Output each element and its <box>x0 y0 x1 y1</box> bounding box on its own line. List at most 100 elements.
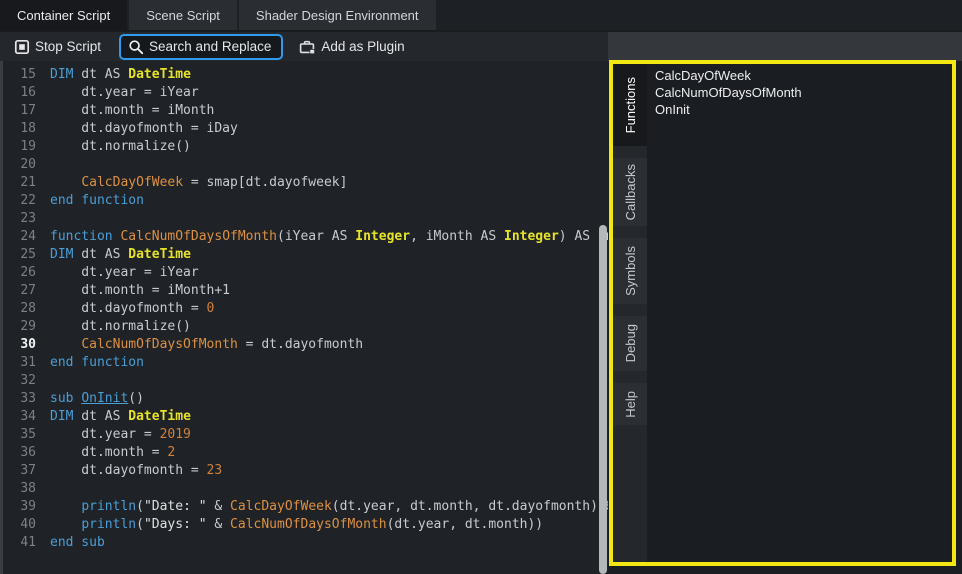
line-code: dt.month = 2 <box>50 444 175 462</box>
line-code: dt.month = iMonth+1 <box>50 282 230 300</box>
line-number: 32 <box>3 372 36 390</box>
code-line-22[interactable]: 22end function <box>3 192 608 210</box>
function-list-item[interactable]: CalcNumOfDaysOfMonth <box>655 84 952 101</box>
tab-container-script[interactable]: Container Script <box>0 0 127 30</box>
code-line-28[interactable]: 28 dt.dayofmonth = 0 <box>3 300 608 318</box>
line-code: DIM dt AS DateTime <box>50 66 191 84</box>
code-line-27[interactable]: 27 dt.month = iMonth+1 <box>3 282 608 300</box>
code-editor[interactable]: 15DIM dt AS DateTime16 dt.year = iYear17… <box>0 61 608 574</box>
tab-label: Container Script <box>17 8 110 23</box>
code-line-25[interactable]: 25DIM dt AS DateTime <box>3 246 608 264</box>
symbols-side-panel: Functions Callbacks Symbols Debug Help CalcD… <box>609 60 956 566</box>
line-code: dt.year = 2019 <box>50 426 191 444</box>
line-number: 33 <box>3 390 36 408</box>
line-number: 27 <box>3 282 36 300</box>
stop-script-button[interactable]: Stop Script <box>6 36 109 58</box>
line-code: dt.normalize() <box>50 318 191 336</box>
side-tab-debug[interactable]: Debug <box>613 316 647 371</box>
code-line-37[interactable]: 37 dt.dayofmonth = 23 <box>3 462 608 480</box>
code-line-33[interactable]: 33 sub OnInit() <box>3 390 608 408</box>
search-icon <box>128 39 144 55</box>
line-code: dt.dayofmonth = 0 <box>50 300 214 318</box>
function-list-item[interactable]: CalcDayOfWeek <box>655 67 952 84</box>
line-number: 18 <box>3 120 36 138</box>
code-line-38[interactable]: 38 <box>3 480 608 498</box>
tab-scene-script[interactable]: Scene Script <box>129 0 237 30</box>
side-tab-label: Symbols <box>623 246 638 296</box>
code-line-32[interactable]: 32 <box>3 372 608 390</box>
line-code: dt.year = iYear <box>50 264 199 282</box>
side-tab-label: Debug <box>623 324 638 362</box>
line-number: 20 <box>3 156 36 174</box>
document-tab-bar: Container Script Scene Script Shader Desig… <box>0 0 962 30</box>
line-number: 23 <box>3 210 36 228</box>
editor-vertical-scrollbar[interactable] <box>599 225 607 574</box>
line-number: 19 <box>3 138 36 156</box>
stop-script-label: Stop Script <box>35 39 101 54</box>
code-line-21[interactable]: 21 CalcDayOfWeek = smap[dt.dayofweek] <box>3 174 608 192</box>
line-code: println("Date: " & CalcDayOfWeek(dt.year… <box>50 498 608 516</box>
side-tab-label: Help <box>623 391 638 418</box>
line-number: 30 <box>3 336 36 354</box>
line-number: 15 <box>3 66 36 84</box>
side-tab-functions[interactable]: Functions <box>613 64 647 146</box>
side-tab-symbols[interactable]: Symbols <box>613 238 647 304</box>
tab-shader-design-environment[interactable]: Shader Design Environment <box>239 0 436 30</box>
line-number: 41 <box>3 534 36 552</box>
line-number: 24 <box>3 228 36 246</box>
line-code: CalcNumOfDaysOfMonth = dt.dayofmonth <box>50 336 363 354</box>
line-code: sub OnInit() <box>50 390 144 408</box>
script-toolbar: Stop Script Search and Replace Add as Pl… <box>0 30 608 61</box>
stop-icon <box>14 39 30 55</box>
code-line-34[interactable]: 34 DIM dt AS DateTime <box>3 408 608 426</box>
line-code: end function <box>50 354 144 372</box>
line-number: 40 <box>3 516 36 534</box>
line-number: 21 <box>3 174 36 192</box>
line-number: 38 <box>3 480 36 498</box>
code-line-41[interactable]: 41 end sub <box>3 534 608 552</box>
code-line-29[interactable]: 29 dt.normalize() <box>3 318 608 336</box>
code-line-17[interactable]: 17 dt.month = iMonth <box>3 102 608 120</box>
search-and-replace-button[interactable]: Search and Replace <box>119 34 283 60</box>
code-line-15[interactable]: 15 DIM dt AS DateTime <box>3 66 608 84</box>
code-line-24[interactable]: 24 function CalcNumOfDaysOfMonth(iYear AS… <box>3 228 608 246</box>
line-code: CalcDayOfWeek = smap[dt.dayofweek] <box>50 174 347 192</box>
code-line-31[interactable]: 31end function <box>3 354 608 372</box>
add-as-plugin-label: Add as Plugin <box>321 39 404 54</box>
code-line-30[interactable]: 30 CalcNumOfDaysOfMonth = dt.dayofmonth <box>3 336 608 354</box>
line-code: function CalcNumOfDaysOfMonth(iYear AS I… <box>50 228 608 246</box>
code-line-26[interactable]: 26 dt.year = iYear <box>3 264 608 282</box>
code-line-18[interactable]: 18 dt.dayofmonth = iDay <box>3 120 608 138</box>
side-panel-tab-strip: Functions Callbacks Symbols Debug Help <box>613 64 647 562</box>
line-code: DIM dt AS DateTime <box>50 246 191 264</box>
code-line-35[interactable]: 35 dt.year = 2019 <box>3 426 608 444</box>
code-line-20[interactable]: 20 <box>3 156 608 174</box>
line-number: 39 <box>3 498 36 516</box>
line-number: 35 <box>3 426 36 444</box>
line-code: println("Days: " & CalcNumOfDaysOfMonth(… <box>50 516 543 534</box>
line-code: dt.year = iYear <box>50 84 199 102</box>
code-line-23[interactable]: 23 <box>3 210 608 228</box>
function-list-item[interactable]: OnInit <box>655 101 952 118</box>
code-line-39[interactable]: 39 println("Date: " & CalcDayOfWeek(dt.y… <box>3 498 608 516</box>
code-line-40[interactable]: 40 println("Days: " & CalcNumOfDaysOfMon… <box>3 516 608 534</box>
toolbar-right-spacer <box>608 30 962 61</box>
side-tab-help[interactable]: Help <box>613 383 647 425</box>
line-number: 36 <box>3 444 36 462</box>
line-code: dt.month = iMonth <box>50 102 214 120</box>
add-as-plugin-button[interactable]: Add as Plugin <box>291 36 412 58</box>
line-number: 28 <box>3 300 36 318</box>
code-line-16[interactable]: 16 dt.year = iYear <box>3 84 608 102</box>
side-tab-label: Callbacks <box>623 164 638 220</box>
line-code: dt.normalize() <box>50 138 191 156</box>
line-number: 34 <box>3 408 36 426</box>
code-line-36[interactable]: 36 dt.month = 2 <box>3 444 608 462</box>
script-editor-window: { "tabs": [ {"label": "Container Script"… <box>0 0 962 574</box>
functions-list[interactable]: CalcDayOfWeekCalcNumOfDaysOfMonthOnInit <box>647 64 952 562</box>
line-code: DIM dt AS DateTime <box>50 408 191 426</box>
code-line-19[interactable]: 19 dt.normalize() <box>3 138 608 156</box>
side-tab-callbacks[interactable]: Callbacks <box>613 158 647 226</box>
line-code: end sub <box>50 534 105 552</box>
search-and-replace-label: Search and Replace <box>149 39 271 54</box>
tab-label: Shader Design Environment <box>256 8 419 23</box>
